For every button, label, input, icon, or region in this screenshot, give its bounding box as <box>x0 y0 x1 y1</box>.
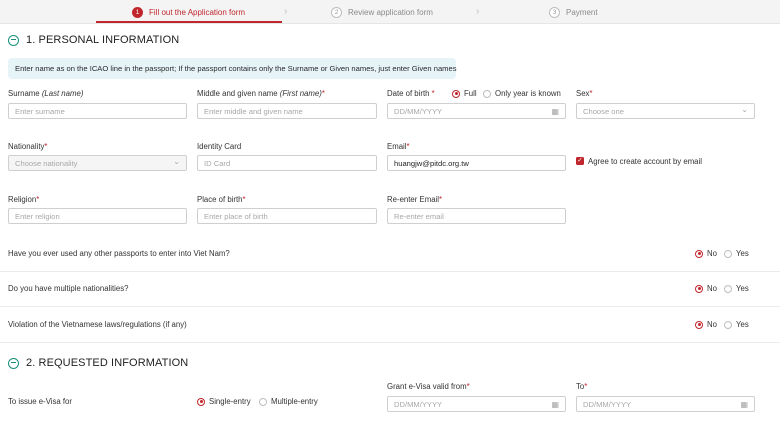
progress-stepper: 1 Fill out the Application form › 2 Revi… <box>0 0 780 24</box>
radio-selected-icon <box>452 89 460 98</box>
given-name-input[interactable]: Enter middle and given name <box>197 103 377 119</box>
single-entry-radio[interactable]: Single-entry <box>197 397 251 406</box>
section-personal-header[interactable]: 1. PERSONAL INFORMATION <box>8 34 179 46</box>
to-label: To* <box>576 382 588 391</box>
dob-year-only-radio[interactable]: Only year is known <box>483 89 561 98</box>
chevron-down-icon: ⌄ <box>173 157 180 166</box>
radio-icon <box>724 249 732 258</box>
radio-icon <box>724 320 732 329</box>
given-name-label: Middle and given name (First name)* <box>197 89 325 98</box>
radio-icon <box>259 397 267 406</box>
question-other-passports: Have you ever used any other passports t… <box>8 249 230 258</box>
surname-label: Surname (Last name) <box>8 89 84 98</box>
chevron-right-icon: › <box>284 5 288 17</box>
multiple-nationalities-yes-radio[interactable]: Yes <box>724 284 749 293</box>
name-instructions-banner: Enter name as on the ICAO line in the pa… <box>8 58 457 79</box>
sex-select[interactable]: Choose one ⌄ <box>576 103 755 119</box>
step-payment[interactable]: 3 Payment <box>549 0 598 24</box>
step-label: Payment <box>566 7 598 17</box>
multiple-nationalities-no-radio[interactable]: No <box>695 284 717 293</box>
place-of-birth-label: Place of birth* <box>197 195 246 204</box>
radio-selected-icon <box>197 397 205 406</box>
step-number: 1 <box>132 6 143 18</box>
divider <box>0 271 780 272</box>
section-title: 1. PERSONAL INFORMATION <box>26 34 180 46</box>
email-label: Email* <box>387 142 410 151</box>
agree-checkbox[interactable]: ✓ <box>576 157 584 165</box>
radio-icon <box>483 89 491 98</box>
place-of-birth-input[interactable]: Enter place of birth <box>197 208 377 224</box>
question-multiple-nationalities: Do you have multiple nationalities? <box>8 284 129 293</box>
radio-selected-icon <box>695 320 703 329</box>
surname-input[interactable]: Enter surname <box>8 103 187 119</box>
religion-input[interactable]: Enter religion <box>8 208 187 224</box>
radio-icon <box>724 284 732 293</box>
divider <box>0 306 780 307</box>
nationality-label: Nationality* <box>8 142 48 151</box>
active-step-underline <box>96 21 282 23</box>
violations-yes-radio[interactable]: Yes <box>724 320 749 329</box>
radio-selected-icon <box>695 284 703 293</box>
step-review[interactable]: 2 Review application form <box>331 0 433 24</box>
to-date-input[interactable]: DD/MM/YYYY ▦ <box>576 396 755 412</box>
dob-label: Date of birth * <box>387 89 435 98</box>
calendar-icon: ▦ <box>551 400 559 409</box>
collapse-minus-icon[interactable] <box>8 34 19 46</box>
violations-no-radio[interactable]: No <box>695 320 717 329</box>
info-text: Enter name as on the ICAO line in the pa… <box>15 64 457 73</box>
step-label: Fill out the Application form <box>149 7 246 17</box>
valid-from-date-input[interactable]: DD/MM/YYYY ▦ <box>387 396 566 412</box>
other-passports-yes-radio[interactable]: Yes <box>724 249 749 258</box>
religion-label: Religion* <box>8 195 40 204</box>
check-icon: ✓ <box>577 157 583 164</box>
reenter-email-label: Re-enter Email* <box>387 195 443 204</box>
section-requested-header[interactable]: 2. REQUESTED INFORMATION <box>8 357 188 369</box>
collapse-minus-icon[interactable] <box>8 357 19 369</box>
sex-label: Sex* <box>576 89 593 98</box>
nationality-select[interactable]: Choose nationality ⌄ <box>8 155 187 171</box>
step-label: Review application form <box>348 7 433 17</box>
chevron-down-icon: ⌄ <box>741 105 748 114</box>
agree-label: Agree to create account by email <box>588 157 702 166</box>
id-card-input[interactable]: ID Card <box>197 155 377 171</box>
multiple-entry-radio[interactable]: Multiple-entry <box>259 397 318 406</box>
dob-date-input[interactable]: DD/MM/YYYY ▦ <box>387 103 566 119</box>
other-passports-no-radio[interactable]: No <box>695 249 717 258</box>
calendar-icon: ▦ <box>740 400 748 409</box>
chevron-right-icon: › <box>476 5 480 17</box>
dob-full-radio[interactable]: Full <box>452 89 477 98</box>
section-title: 2. REQUESTED INFORMATION <box>26 357 189 369</box>
issue-evisa-label: To issue e-Visa for <box>8 397 72 406</box>
id-card-label: Identity Card <box>197 142 242 151</box>
email-input[interactable]: huangjw@pitdc.org.tw <box>387 155 566 171</box>
reenter-email-input[interactable]: Re-enter email <box>387 208 566 224</box>
calendar-icon: ▦ <box>551 107 559 116</box>
step-number: 2 <box>331 6 342 18</box>
valid-from-label: Grant e-Visa valid from* <box>387 382 470 391</box>
divider <box>0 342 780 343</box>
radio-selected-icon <box>695 249 703 258</box>
step-number: 3 <box>549 6 560 18</box>
question-violations: Violation of the Vietnamese laws/regulat… <box>8 320 187 329</box>
